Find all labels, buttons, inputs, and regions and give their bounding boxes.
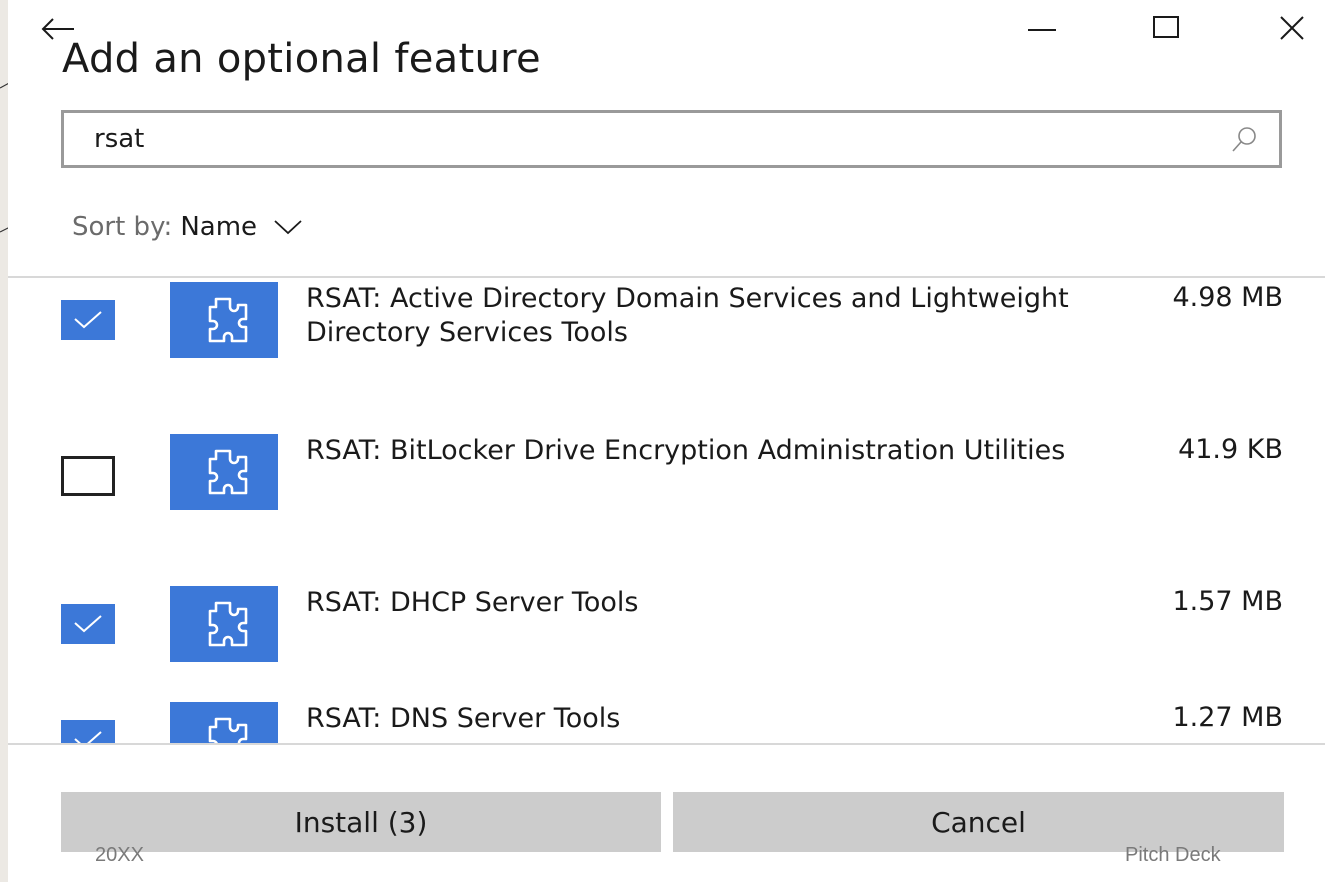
install-button[interactable]: Install (3) [61,792,661,852]
optional-feature-dialog: Add an optional feature Sort by: Name RS… [8,0,1325,882]
feature-checkbox[interactable] [61,300,115,340]
puzzle-icon [170,702,278,743]
puzzle-icon [170,434,278,510]
feature-size: 1.27 MB [1172,702,1283,733]
feature-size: 1.57 MB [1172,586,1283,617]
maximize-button[interactable] [1138,8,1194,48]
sort-value[interactable]: Name [180,212,257,242]
feature-checkbox[interactable] [61,720,115,743]
maximize-icon [1153,16,1179,38]
footer-title: Pitch Deck [1125,844,1221,866]
feature-item[interactable]: RSAT: BitLocker Drive Encryption Adminis… [8,428,1325,568]
sort-label: Sort by: [72,212,173,242]
chevron-down-icon[interactable] [273,218,303,236]
feature-size: 41.9 KB [1178,434,1283,465]
search-box [61,110,1282,168]
minimize-button[interactable] [1014,8,1070,48]
feature-size: 4.98 MB [1172,282,1283,313]
footer-date: 20XX [95,844,144,866]
cancel-button[interactable]: Cancel [673,792,1284,852]
feature-name: RSAT: Active Directory Domain Services a… [306,283,1069,348]
feature-checkbox[interactable] [61,456,115,496]
feature-item[interactable]: RSAT: Active Directory Domain Services a… [8,278,1325,416]
sort-control: Sort by: Name [72,212,303,242]
feature-list: RSAT: Active Directory Domain Services a… [8,278,1325,743]
feature-checkbox[interactable] [61,604,115,644]
feature-name: RSAT: DHCP Server Tools [306,587,639,618]
puzzle-icon [170,282,278,358]
close-button[interactable] [1264,8,1320,48]
search-input[interactable] [64,113,1204,165]
checkmark-icon [74,311,102,329]
page-title: Add an optional feature [62,36,541,82]
feature-name: RSAT: BitLocker Drive Encryption Adminis… [306,435,1066,466]
checkmark-icon [74,615,102,633]
feature-item[interactable]: RSAT: DNS Server Tools 1.27 MB [8,696,1325,743]
checkmark-icon [74,731,102,743]
feature-name: RSAT: DNS Server Tools [306,703,621,734]
search-icon[interactable] [1229,125,1259,155]
close-icon [1280,16,1304,40]
puzzle-icon [170,586,278,662]
minimize-icon [1028,29,1056,31]
list-divider-bottom [8,743,1325,745]
